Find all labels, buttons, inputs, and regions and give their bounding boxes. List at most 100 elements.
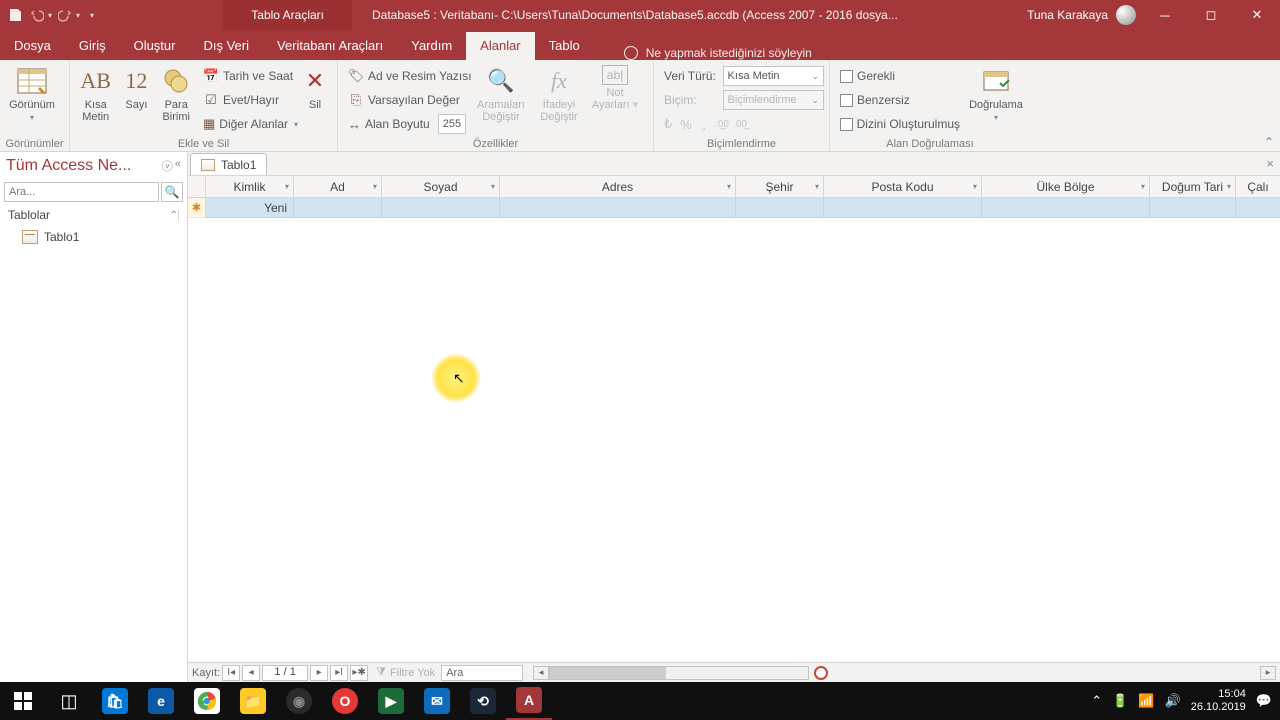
tab-disveri[interactable]: Dış Veri [189,32,263,60]
scroll-left-button[interactable]: ◂ [533,666,549,680]
datetime-button[interactable]: 📅Tarih ve Saat [199,65,295,87]
scroll-right-button[interactable]: ▸ [1260,666,1276,680]
prev-record-button[interactable]: ◂ [242,665,260,681]
indexed-check[interactable]: Dizini Oluşturulmuş [836,113,964,135]
shorttext-button[interactable]: AB Kısa Metin [76,63,115,123]
col-ulkebolge[interactable]: Ülke Bölge▾ [982,176,1150,197]
tab-file[interactable]: Dosya [0,32,65,60]
new-record-button[interactable]: ▸✱ [350,665,368,681]
taskbar-app-store[interactable]: 🛍 [92,682,138,720]
datasheet-grid[interactable]: Kimlik▾ Ad▾ Soyad▾ Adres▾ Şehir▾ Posta K… [188,176,1280,662]
col-calis[interactable]: Çalı [1236,176,1280,197]
undo-icon[interactable] [28,6,46,24]
fieldsize-input[interactable]: 255 [438,114,466,134]
minimize-button[interactable]: ─ [1142,0,1188,30]
navpane-collapse-icon[interactable]: « [175,158,181,174]
unique-check[interactable]: Benzersiz [836,89,964,111]
close-button[interactable]: ✕ [1234,0,1280,30]
document-title: Database5 : Veritabanı- C:\Users\Tuna\Do… [372,8,898,22]
select-all-cell[interactable] [188,176,206,197]
close-doc-button[interactable]: × [1266,156,1274,171]
horizontal-scrollbar[interactable]: ◂ ▸ [533,666,1276,680]
cell-ulkebolge[interactable] [982,198,1150,218]
next-record-button[interactable]: ▸ [310,665,328,681]
taskbar-app-chrome[interactable] [184,682,230,720]
col-sehir[interactable]: Şehir▾ [736,176,824,197]
col-kimlik[interactable]: Kimlik▾ [206,176,294,197]
fieldsize-row[interactable]: ↔Alan Boyutu 255 [344,113,468,135]
navpane-filter-icon[interactable]: ⓥ [162,158,173,174]
required-check[interactable]: Gerekli [836,65,964,87]
navpane-group-tables[interactable]: Tablolar⌃ [0,204,187,226]
qat-customize-icon[interactable]: ▾ [90,11,94,20]
view-button[interactable]: Görünüm ▾ [6,63,58,122]
taskbar-app-obs[interactable]: ◉ [276,682,322,720]
tab-alanlar[interactable]: Alanlar [466,32,534,60]
cell-postakodu[interactable] [824,198,982,218]
search-icon[interactable]: 🔍 [161,182,183,202]
tab-tablo[interactable]: Tablo [535,32,594,60]
system-tray[interactable]: ⌃ 🔋 📶 🔊 15:04 26.10.2019 💬 [1091,688,1280,714]
row-selector-new[interactable]: ✱ [188,198,206,218]
maximize-button[interactable]: ◻ [1188,0,1234,30]
tray-chevron-icon[interactable]: ⌃ [1091,693,1102,709]
number-button[interactable]: 12 Sayı [119,63,153,111]
col-soyad[interactable]: Soyad▾ [382,176,500,197]
cell-soyad[interactable] [382,198,500,218]
tab-yardim[interactable]: Yardım [397,32,466,60]
undo-more-icon[interactable]: ▾ [48,11,52,20]
cell-calis[interactable] [1236,198,1280,218]
notifications-icon[interactable]: 💬 [1256,693,1272,709]
cell-adres[interactable] [500,198,736,218]
label-icon: 🏷 [348,68,364,84]
taskbar-app-opera[interactable]: O [322,682,368,720]
navpane-item-tablo1[interactable]: Tablo1 [0,226,187,248]
col-ad[interactable]: Ad▾ [294,176,382,197]
start-button[interactable] [0,682,46,720]
clock[interactable]: 15:04 26.10.2019 [1191,688,1246,714]
taskbar-app-mail[interactable]: ✉ [414,682,460,720]
delete-button[interactable]: ✕ Sil [299,63,331,111]
datatype-combo[interactable]: Kısa Metin⌄ [723,66,824,86]
morefields-button[interactable]: ▦Diğer Alanlar▾ [199,113,295,135]
default-button[interactable]: ⎘Varsayılan Değer [344,89,468,111]
taskbar-app-access[interactable]: A [506,682,552,720]
new-record-row[interactable]: ✱ Yeni [188,198,1280,218]
first-record-button[interactable]: I◂ [222,665,240,681]
taskbar-app-edge[interactable]: e [138,682,184,720]
taskbar-app-explorer[interactable]: 📁 [230,682,276,720]
record-position[interactable]: 1 / 1 [262,665,308,681]
navpane-title[interactable]: Tüm Access Ne... [6,157,162,175]
doc-tab-tablo1[interactable]: Tablo1 [190,153,267,175]
namecap-button[interactable]: 🏷Ad ve Resim Yazısı [344,65,468,87]
col-dogumtarih[interactable]: Doğum Tari▾ [1150,176,1236,197]
col-adres[interactable]: Adres▾ [500,176,736,197]
last-record-button[interactable]: ▸I [330,665,348,681]
tab-olustur[interactable]: Oluştur [120,32,190,60]
tab-giris[interactable]: Giriş [65,32,120,60]
user-account[interactable]: Tuna Karakaya [1021,5,1142,25]
cell-ad[interactable] [294,198,382,218]
tab-vtaraclari[interactable]: Veritabanı Araçları [263,32,397,60]
validation-icon [980,65,1012,97]
validation-button[interactable]: Doğrulama ▾ [968,63,1024,122]
volume-icon[interactable]: 🔊 [1165,693,1181,709]
tell-me[interactable]: Ne yapmak istediğinizi söyleyin [624,46,812,60]
currency-button[interactable]: Para Birimi [157,63,195,123]
wifi-icon[interactable]: 📶 [1138,693,1154,709]
taskbar-app-media[interactable]: ▶ [368,682,414,720]
cell-kimlik[interactable]: Yeni [206,198,294,218]
battery-icon[interactable]: 🔋 [1112,693,1128,709]
taskbar-app-steam[interactable]: ⟲ [460,682,506,720]
redo-icon[interactable] [56,6,74,24]
redo-more-icon[interactable]: ▾ [76,11,80,20]
record-search-input[interactable] [441,665,523,681]
col-postakodu[interactable]: Posta Kodu▾ [824,176,982,197]
yesno-button[interactable]: ☑Evet/Hayır [199,89,295,111]
cell-dogumtarih[interactable] [1150,198,1236,218]
collapse-ribbon-icon[interactable]: ⌃ [1264,135,1274,149]
cell-sehir[interactable] [736,198,824,218]
navpane-search-input[interactable] [4,182,159,202]
taskview-button[interactable]: ◫ [46,682,92,720]
save-icon[interactable] [6,6,24,24]
